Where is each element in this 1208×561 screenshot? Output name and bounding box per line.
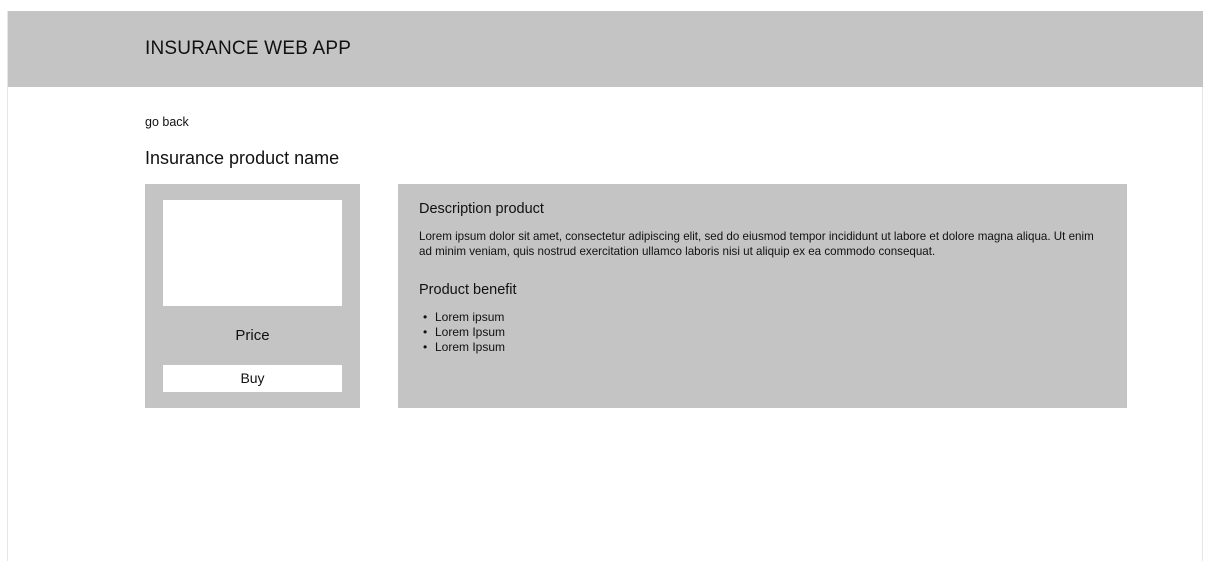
app-frame: INSURANCE WEB APP go back Insurance prod… [7,11,1203,561]
product-name-heading: Insurance product name [145,148,340,168]
bullet-icon: • [423,325,428,339]
benefit-list-item: • Lorem Ipsum [419,340,505,355]
benefit-item-label: Lorem ipsum [435,310,505,324]
product-summary-card: Price Buy [145,184,360,408]
app-title: INSURANCE WEB APP [145,38,352,59]
product-image-placeholder [163,200,342,306]
go-back-link[interactable]: go back [145,115,189,129]
benefit-list: • Lorem ipsum • Lorem Ipsum • Lorem Ipsu… [419,310,505,355]
bullet-icon: • [423,340,428,354]
benefit-item-label: Lorem Ipsum [435,340,506,354]
app-header: INSURANCE WEB APP [8,11,1203,87]
bullet-icon: • [423,310,428,324]
product-details-card: Description product Lorem ipsum dolor si… [398,184,1127,408]
buy-button[interactable]: Buy [163,365,342,392]
benefit-list-item: • Lorem Ipsum [419,325,505,340]
benefit-title: Product benefit [419,282,517,298]
price-label: Price [235,327,270,344]
description-title: Description product [419,201,544,217]
benefit-item-label: Lorem Ipsum [435,325,506,339]
benefit-list-item: • Lorem ipsum [419,310,505,325]
description-text: Lorem ipsum dolor sit amet, consectetur … [419,230,1094,258]
